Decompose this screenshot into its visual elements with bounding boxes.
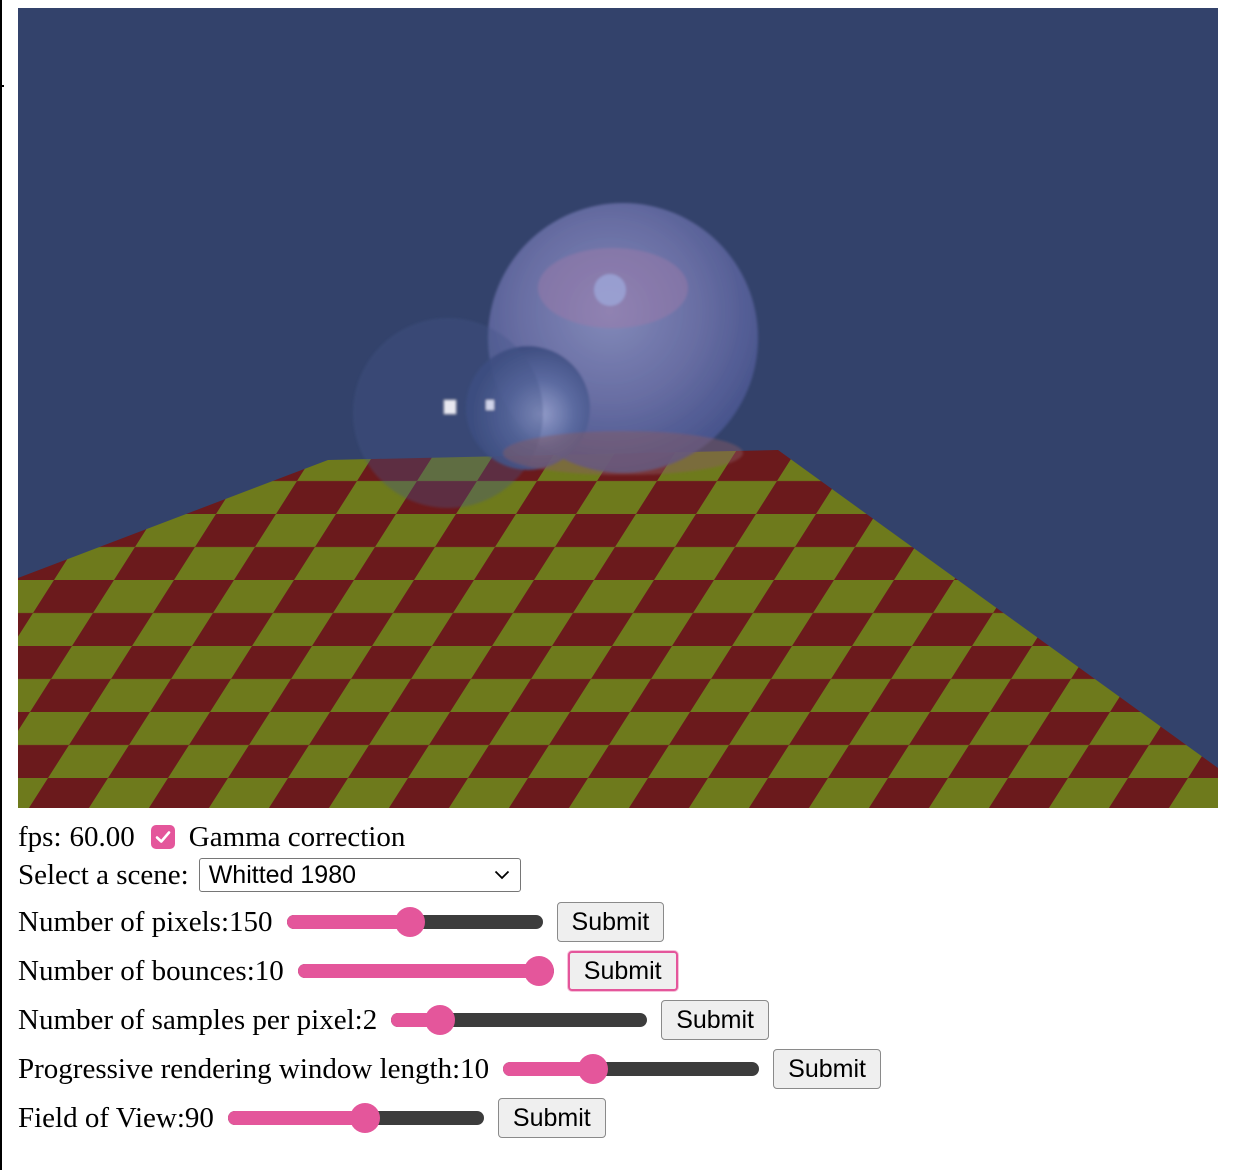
range-slider[interactable] <box>391 1005 648 1035</box>
control-row: Number of bounces: 10 Submit <box>18 951 678 991</box>
scene-row: Select a scene: Whitted 1980 <box>18 858 521 892</box>
range-slider[interactable] <box>503 1054 760 1084</box>
fps-label: fps: <box>18 821 62 853</box>
slider-thumb[interactable] <box>523 956 554 986</box>
slider-fill <box>286 915 410 929</box>
control-value: 10 <box>460 1053 490 1085</box>
control-row: Progressive rendering window length: 10 Su… <box>18 1049 881 1089</box>
checkmark-icon <box>155 831 171 843</box>
page-left-tick <box>0 85 4 87</box>
control-label: Number of bounces: <box>18 955 255 987</box>
range-slider[interactable] <box>297 956 554 986</box>
chevron-down-icon <box>494 870 509 880</box>
submit-button[interactable]: Submit <box>661 1000 769 1040</box>
range-slider[interactable] <box>227 1103 484 1133</box>
control-value: 2 <box>362 1004 378 1036</box>
slider-fill <box>227 1111 365 1125</box>
control-value: 10 <box>254 955 284 987</box>
control-row: Number of pixels: 150 Submit <box>18 902 665 942</box>
control-value: 90 <box>184 1102 214 1134</box>
scene-select[interactable]: Whitted 1980 <box>198 858 521 892</box>
control-label: Number of pixels: <box>18 906 230 938</box>
range-slider[interactable] <box>286 907 543 937</box>
control-row: Number of samples per pixel: 2 Submit <box>18 1000 769 1040</box>
scene-select-label: Select a scene: <box>18 859 189 891</box>
status-row: fps: 60.00 Gamma correction <box>18 820 405 854</box>
page-left-border <box>0 0 2 1170</box>
scene-select-value: Whitted 1980 <box>208 861 357 889</box>
rendered-scene-image <box>18 8 1218 808</box>
control-row: Field of View: 90 Submit <box>18 1098 606 1138</box>
slider-thumb[interactable] <box>425 1005 456 1035</box>
slider-fill <box>297 964 539 978</box>
control-label: Number of samples per pixel: <box>18 1004 363 1036</box>
gamma-correction-label: Gamma correction <box>188 821 406 853</box>
submit-button[interactable]: Submit <box>556 902 665 942</box>
render-canvas <box>18 8 1218 808</box>
submit-button[interactable]: Submit <box>773 1049 881 1089</box>
fps-value: 60.00 <box>69 821 135 853</box>
submit-button[interactable]: Submit <box>497 1098 606 1138</box>
slider-thumb[interactable] <box>394 907 425 937</box>
control-label: Field of View: <box>18 1102 185 1134</box>
slider-thumb[interactable] <box>577 1054 608 1084</box>
control-label: Progressive rendering window length: <box>18 1053 461 1085</box>
gamma-correction-checkbox[interactable] <box>150 825 175 849</box>
slider-thumb[interactable] <box>349 1103 380 1133</box>
control-value: 150 <box>229 906 273 938</box>
submit-button[interactable]: Submit <box>567 951 678 991</box>
